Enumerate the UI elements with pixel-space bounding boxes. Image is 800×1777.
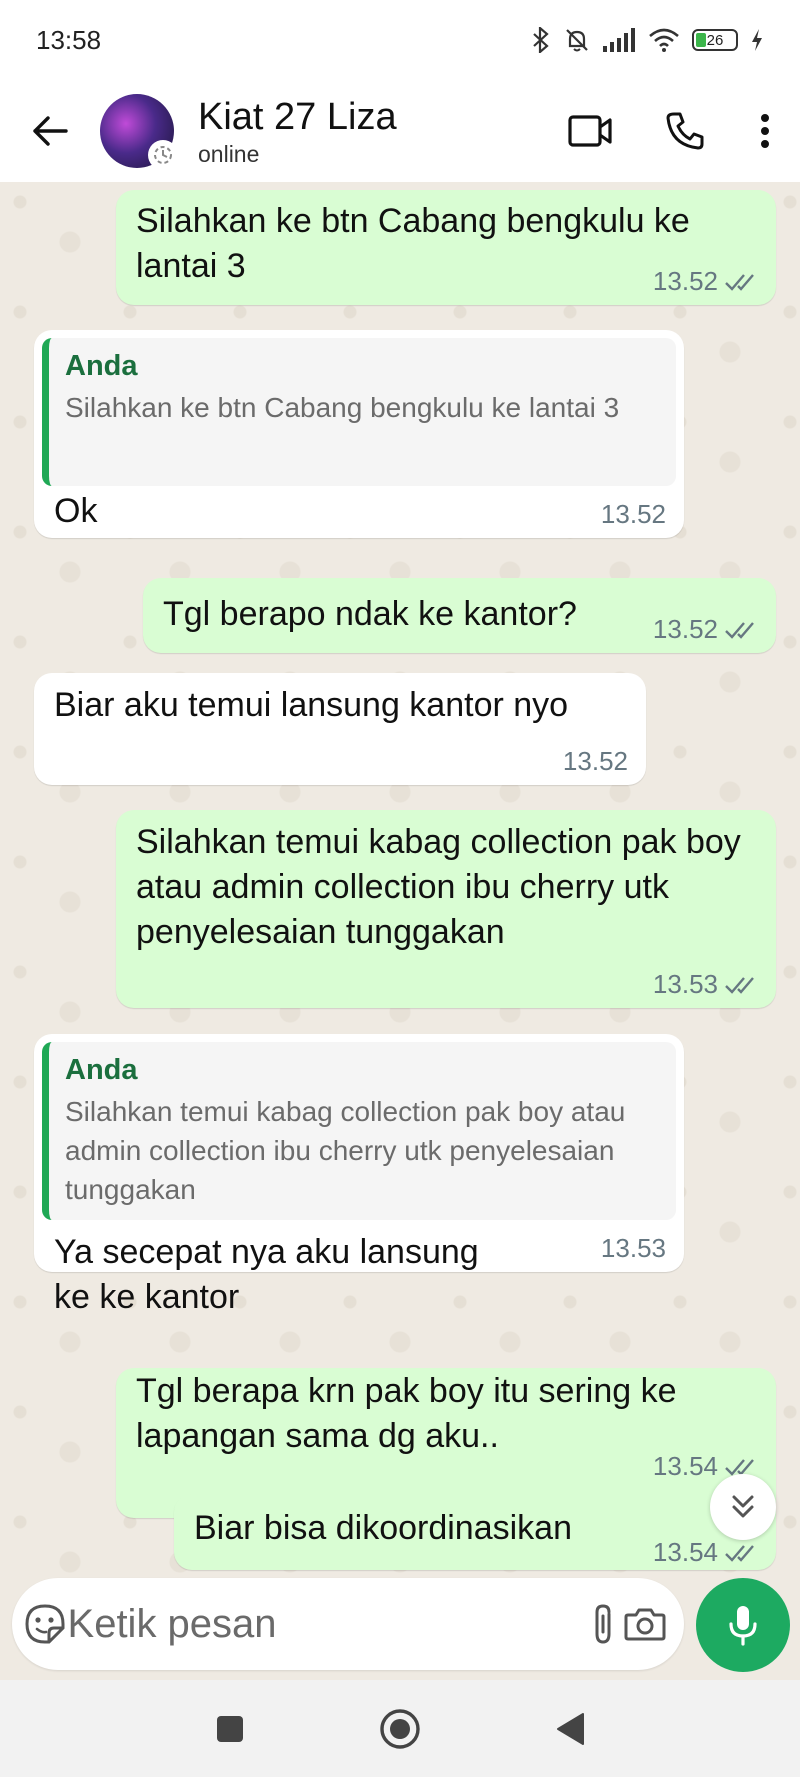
voice-call-button[interactable] [640,80,730,182]
read-receipt-icon [725,621,754,639]
video-call-button[interactable] [540,80,640,182]
back-nav-button[interactable] [540,1699,600,1759]
more-options-icon [761,114,769,148]
status-ring-icon [148,140,178,170]
message-text: Tgl berapo ndak ke kantor? [163,595,577,633]
triangle-back-icon [557,1712,584,1745]
message-bubble-outgoing[interactable]: Tgl berapo ndak ke kantor? 13.52 [143,578,776,653]
charging-icon [752,29,762,51]
message-meta: 13.52 [563,746,628,777]
bluetooth-icon [533,27,549,53]
header-actions [540,80,800,182]
paperclip-icon [595,1604,611,1644]
wifi-icon [649,28,679,52]
message-time: 13.52 [652,266,718,296]
arrow-left-icon [33,116,68,146]
status-bar: 13:58 26 [0,0,800,80]
message-bubble-incoming[interactable]: Anda Silahkan temui kabag collection pak… [34,1034,684,1316]
quoted-reply[interactable]: Anda Silahkan ke btn Cabang bengkulu ke … [42,338,676,486]
camera-icon [624,1608,666,1641]
message-meta: 13.53 [601,1233,666,1264]
status-time: 13:58 [36,24,102,55]
home-circle-icon [380,1708,420,1749]
contact-name: Kiat 27 Liza [198,95,397,138]
scroll-to-bottom-button[interactable] [710,1474,776,1540]
voice-message-button[interactable] [696,1578,790,1672]
message-time: 13.54 [652,1537,718,1567]
attach-button[interactable] [583,1578,624,1670]
read-receipt-icon [725,1544,754,1562]
video-call-icon [568,115,612,147]
contact-info[interactable]: Kiat 27 Liza online [198,95,397,168]
back-button[interactable] [0,80,100,182]
message-meta: 13.52 [653,614,758,645]
message-text: Ok [54,492,98,530]
message-input[interactable] [67,1601,583,1647]
quoted-author: Anda [65,350,138,382]
message-bubble-outgoing[interactable]: Silahkan temui kabag collection pak boy … [116,810,776,1008]
chat-area[interactable]: Silahkan ke btn Cabang bengkulu ke lanta… [0,182,800,1578]
message-meta: 13.52 [653,266,758,297]
read-receipt-icon [725,976,754,994]
quoted-text: Silahkan temui kabag collection pak boy … [65,1096,626,1205]
message-bubble-incoming[interactable]: Biar aku temui lansung kantor nyo 13.52 [34,673,646,785]
message-time: 13.52 [652,614,718,644]
message-text: Biar aku temui lansung kantor nyo [54,686,569,724]
message-time: 13.53 [600,1233,666,1263]
battery-icon: 26 [692,29,738,51]
more-options-button[interactable] [730,80,800,182]
contact-status: online [198,140,260,167]
avatar[interactable] [100,94,178,170]
voice-call-icon [666,112,704,150]
quoted-author: Anda [65,1054,138,1086]
quoted-text: Silahkan ke btn Cabang bengkulu ke lanta… [65,392,620,423]
camera-button[interactable] [624,1578,666,1670]
message-text: Silahkan temui kabag collection pak boy … [136,823,741,951]
square-icon [217,1715,243,1742]
battery-level: 26 [706,31,724,49]
message-bubble-incoming[interactable]: Anda Silahkan ke btn Cabang bengkulu ke … [34,330,684,538]
microphone-icon [729,1606,757,1646]
message-time: 13.54 [652,1451,718,1481]
sticker-emoji-icon [25,1604,65,1644]
message-text: Tgl berapa krn pak boy itu sering ke lap… [136,1372,677,1455]
quoted-reply[interactable]: Anda Silahkan temui kabag collection pak… [42,1042,676,1220]
message-time: 13.53 [652,969,718,999]
message-bubble-outgoing[interactable]: Biar bisa dikoordinasikan 13.54 [174,1494,776,1570]
message-meta: 13.52 [601,499,666,530]
double-chevron-down-icon [732,1495,754,1518]
signal-icon [603,28,635,52]
chat-header: Kiat 27 Liza online [0,80,800,182]
message-bubble-outgoing[interactable]: Silahkan ke btn Cabang bengkulu ke lanta… [116,190,776,305]
system-nav-bar [0,1680,800,1777]
message-text: Ya secepat nya aku lansung ke ke kantor [54,1233,479,1316]
home-button[interactable] [370,1699,430,1759]
message-time: 13.52 [562,746,628,776]
message-text: Silahkan ke btn Cabang bengkulu ke lanta… [136,202,690,285]
emoji-button[interactable] [22,1578,68,1670]
message-text: Biar bisa dikoordinasikan [194,1509,572,1547]
message-time: 13.52 [600,499,666,529]
recent-apps-button[interactable] [200,1699,260,1759]
read-receipt-icon [725,273,754,291]
message-composer [12,1578,684,1670]
bell-off-icon [566,29,588,52]
message-meta: 13.53 [653,969,758,1000]
status-icons: 26 [530,27,764,53]
message-meta: 13.54 [653,1537,758,1568]
